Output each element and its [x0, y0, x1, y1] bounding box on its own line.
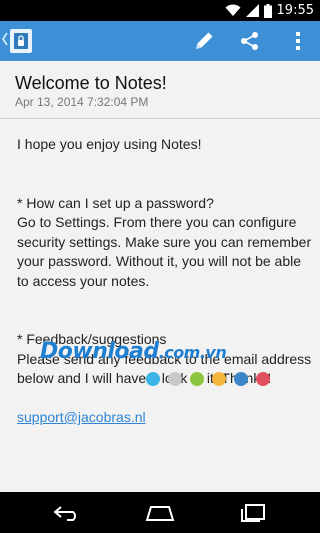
wifi-icon	[225, 4, 241, 16]
navigation-bar	[0, 492, 320, 533]
edit-button[interactable]	[190, 27, 218, 55]
watermark-brand: Download	[40, 339, 159, 364]
recent-apps-icon	[241, 504, 265, 522]
status-time: 19:55	[276, 3, 314, 18]
overflow-menu-button[interactable]	[284, 27, 312, 55]
overflow-menu-icon	[296, 32, 300, 50]
note-paragraph-intro: I hope you enjoy using Notes!	[17, 136, 202, 152]
watermark-dot	[234, 372, 248, 386]
note-paragraph-password: * How can I set up a password? Go to Set…	[17, 194, 312, 289]
status-bar: 19:55	[0, 0, 320, 21]
share-button[interactable]	[236, 27, 264, 55]
home-icon	[145, 506, 175, 521]
edit-pencil-icon	[196, 32, 213, 49]
divider	[0, 118, 320, 119]
action-bar	[0, 21, 320, 61]
watermark-dot	[146, 372, 160, 386]
watermark-suffix: .com.vn	[158, 343, 227, 362]
home-button[interactable]	[140, 500, 180, 526]
watermark-dot	[168, 372, 182, 386]
watermark-dot	[190, 372, 204, 386]
note-content: Welcome to Notes! Apr 13, 2014 7:32:04 P…	[0, 61, 320, 492]
support-email-link[interactable]: support@jacobras.nl	[17, 409, 146, 425]
note-title: Welcome to Notes!	[15, 73, 167, 93]
watermark-dot	[256, 372, 270, 386]
recent-apps-button[interactable]	[233, 500, 273, 526]
watermark-dot	[212, 372, 226, 386]
up-chevron-icon[interactable]	[2, 32, 8, 46]
share-icon	[241, 32, 258, 50]
watermark-text: Download.com.vn	[40, 339, 227, 364]
notes-app-icon[interactable]	[10, 29, 32, 53]
battery-icon	[263, 3, 272, 18]
back-button[interactable]	[47, 500, 87, 526]
back-icon	[53, 506, 76, 521]
note-date: Apr 13, 2014 7:32:04 PM	[15, 95, 149, 109]
signal-icon	[245, 4, 259, 17]
watermark-logo: Download.com.vn	[40, 339, 280, 389]
watermark-dots	[146, 372, 270, 386]
